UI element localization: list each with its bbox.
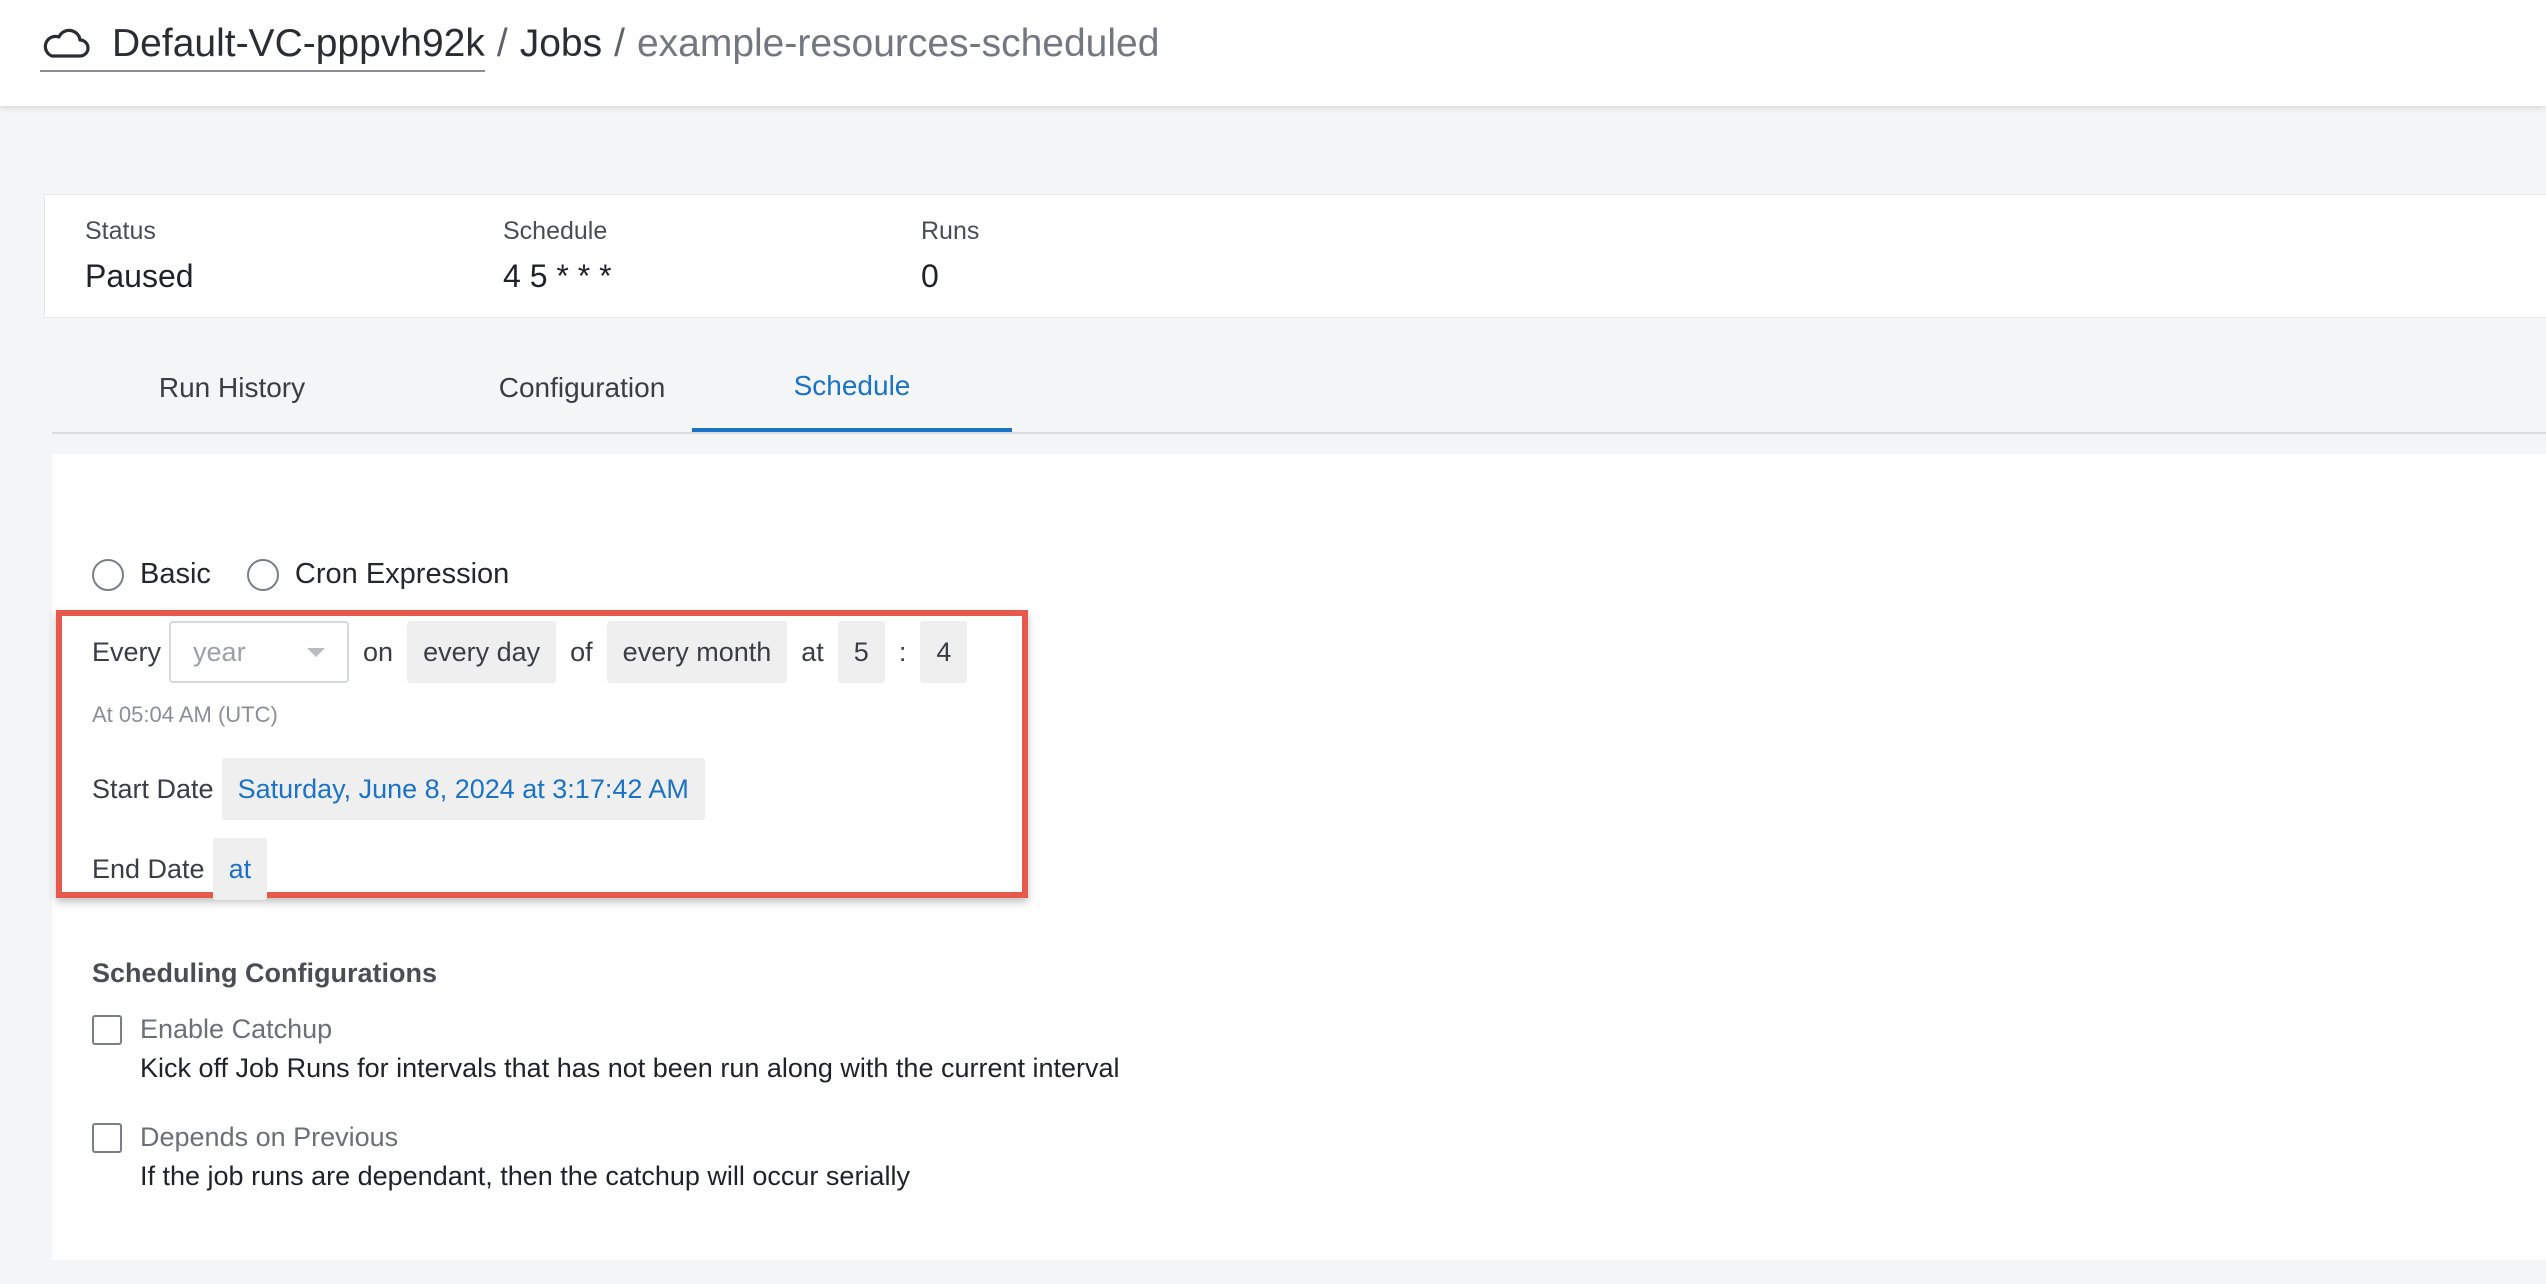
basic-radio[interactable]	[92, 558, 124, 591]
at-label: at	[801, 636, 824, 667]
enable-catchup-description: Kick off Job Runs for intervals that has…	[140, 1053, 1120, 1083]
top-bar: Default-VC-pppvh92k / Jobs / example-res…	[0, 0, 2546, 106]
depends-on-previous-option: Depends on Previous If the job runs are …	[92, 1122, 910, 1192]
runs-value: 0	[921, 258, 939, 294]
cloud-icon	[43, 28, 90, 58]
schedule-builder-row: Every year on every day of every month a…	[92, 620, 968, 684]
scheduling-configurations-heading: Scheduling Configurations	[92, 958, 437, 988]
tab-schedule[interactable]: Schedule	[692, 344, 1012, 432]
schedule-mode-group: Basic Cron Expression	[92, 558, 545, 591]
status-summary: Status Paused	[85, 217, 194, 295]
enable-catchup-label: Enable Catchup	[140, 1014, 333, 1044]
start-date-row: Start Date Saturday, June 8, 2024 at 3:1…	[92, 758, 705, 820]
depends-on-previous-label: Depends on Previous	[140, 1122, 399, 1152]
breadcrumb-jobs-link[interactable]: Jobs	[520, 22, 602, 66]
breadcrumb: Default-VC-pppvh92k / Jobs / example-res…	[40, 14, 1159, 74]
utc-time-note: At 05:04 AM (UTC)	[92, 702, 278, 727]
runs-label: Runs	[921, 217, 980, 245]
job-summary: Status Paused Schedule 4 5 * * * Runs 0	[44, 194, 2546, 318]
day-select[interactable]: every day	[407, 621, 557, 683]
status-label: Status	[85, 217, 156, 245]
enable-catchup-option: Enable Catchup Kick off Job Runs for int…	[92, 1014, 1120, 1084]
minute-select[interactable]: 4	[920, 621, 968, 683]
depends-on-previous-description: If the job runs are dependant, then the …	[140, 1161, 910, 1191]
of-label: of	[570, 636, 593, 667]
end-date-label: End Date	[92, 853, 205, 884]
start-date-label: Start Date	[92, 773, 214, 804]
schedule-summary: Schedule 4 5 * * *	[503, 217, 612, 295]
start-date-picker[interactable]: Saturday, June 8, 2024 at 3:17:42 AM	[221, 758, 705, 820]
job-tabs: Run History Configuration Schedule	[52, 344, 2546, 434]
depends-on-previous-checkbox[interactable]	[92, 1122, 122, 1153]
time-colon: :	[898, 636, 907, 667]
schedule-label: Schedule	[503, 217, 608, 245]
hour-select[interactable]: 5	[837, 621, 885, 683]
chevron-down-icon	[307, 647, 326, 657]
status-value: Paused	[85, 258, 194, 294]
every-label: Every	[92, 636, 162, 667]
period-select-value: year	[193, 636, 246, 667]
enable-catchup-checkbox[interactable]	[92, 1014, 122, 1045]
end-date-picker[interactable]: at	[212, 838, 268, 900]
breadcrumb-separator: /	[614, 22, 625, 65]
breadcrumb-vc-link[interactable]: Default-VC-pppvh92k	[40, 22, 485, 72]
schedule-value: 4 5 * * *	[503, 258, 612, 294]
end-date-row: End Date at	[92, 838, 268, 900]
tab-run-history[interactable]: Run History	[82, 344, 382, 432]
breadcrumb-separator: /	[496, 22, 508, 65]
period-select[interactable]: year	[169, 621, 350, 683]
on-label: on	[363, 636, 394, 667]
schedule-panel: Basic Cron Expression Every year on ever…	[52, 454, 2546, 1260]
cron-expression-radio-label: Cron Expression	[294, 558, 510, 590]
runs-summary: Runs 0	[921, 217, 979, 295]
breadcrumb-vc-label: Default-VC-pppvh92k	[112, 22, 485, 65]
cron-expression-radio[interactable]	[246, 558, 279, 591]
basic-radio-label: Basic	[140, 558, 211, 590]
month-select[interactable]: every month	[606, 621, 788, 683]
breadcrumb-current: example-resources-scheduled	[636, 22, 1160, 65]
